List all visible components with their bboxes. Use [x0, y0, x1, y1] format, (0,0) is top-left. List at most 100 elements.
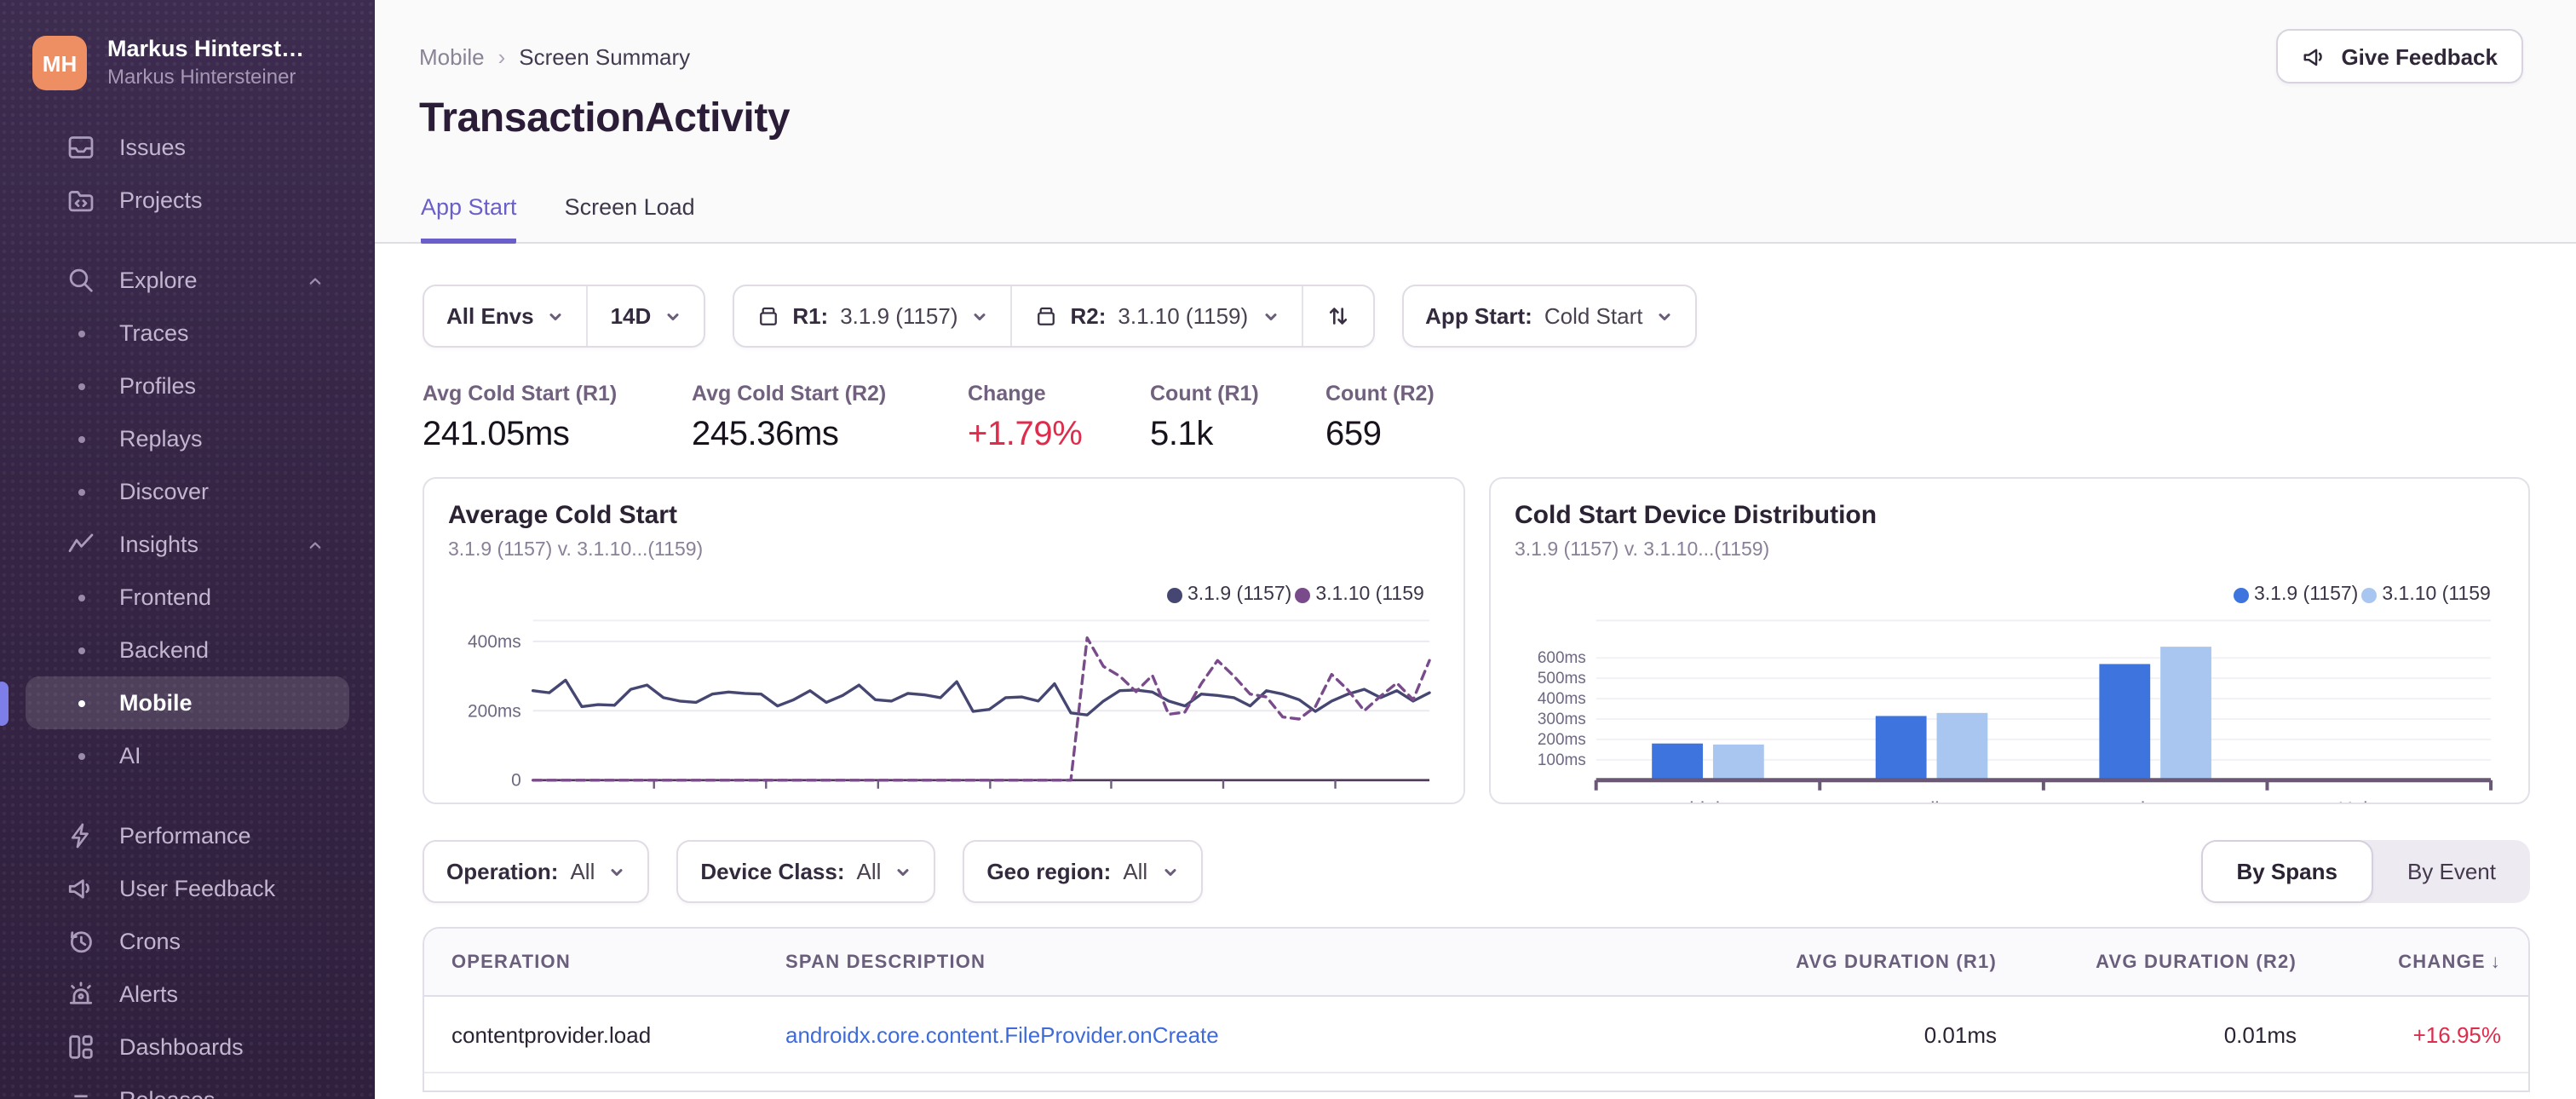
legend-dot-icon [2234, 587, 2249, 602]
filter-bar: All Envs 14D R1: 3.1.9 (1157) R2: 3.1.10… [423, 285, 2530, 348]
sidebar-item-dashboards[interactable]: Dashboards [26, 1021, 349, 1073]
chevron-down-icon [1656, 308, 1673, 325]
stat-value: 245.36ms [692, 416, 839, 453]
sidebar-item-user-feedback[interactable]: User Feedback [26, 862, 349, 915]
sidebar-item-explore[interactable]: Explore [26, 254, 349, 307]
swap-releases-button[interactable] [1302, 286, 1372, 346]
sidebar-item-crons[interactable]: Crons [26, 915, 349, 968]
sort-desc-icon: ↓ [2490, 952, 2501, 972]
release1-label: R1: [792, 303, 829, 329]
filter-dropdown[interactable]: Device Class: All [678, 842, 934, 901]
release1-filter[interactable]: R1: 3.1.9 (1157) [734, 286, 1010, 346]
sidebar-item-issues[interactable]: Issues [26, 121, 349, 174]
page-title: TransactionActivity [419, 95, 791, 141]
sidebar-item-insights[interactable]: Insights [26, 518, 349, 571]
tab-app-start[interactable]: App Start [421, 194, 517, 244]
sidebar-item-replays[interactable]: Replays [26, 412, 349, 465]
stats-row: Avg Cold Start (R1) 241.05ms Avg Cold Star… [423, 382, 2530, 455]
alerts-icon [66, 980, 95, 1009]
megaphone-icon [66, 874, 95, 903]
sidebar-item-label: Replays [119, 426, 203, 452]
sidebar-item-label: Dashboards [119, 1034, 244, 1060]
svg-text:400ms: 400ms [468, 632, 521, 652]
release2-filter[interactable]: R2: 3.1.10 (1159) [1013, 286, 1302, 346]
sidebar-item-projects[interactable]: Projects [26, 174, 349, 227]
bullet-icon [66, 699, 95, 706]
svg-text:200ms: 200ms [1538, 731, 1586, 749]
filter-dropdown[interactable]: Geo region: All [964, 842, 1200, 901]
sidebar-item-releases[interactable]: Releases [26, 1073, 349, 1099]
legend-label: 3.1.10 (1159 [2382, 584, 2491, 605]
column-label: SPAN DESCRIPTION [785, 952, 986, 972]
spans-table: OPERATION SPAN DESCRIPTION AVG DURATION (R… [423, 927, 2530, 1092]
tab-screen-load[interactable]: Screen Load [565, 194, 695, 244]
stat-count-r2-: Count (R2) 659 [1325, 382, 1479, 455]
user-display-name: Markus Hinterst… [107, 36, 305, 61]
column-header-operation[interactable]: OPERATION [451, 952, 785, 972]
appstart-type-filter[interactable]: App Start: Cold Start [1403, 286, 1695, 346]
page-content: All Envs 14D R1: 3.1.9 (1157) R2: 3.1.10… [375, 244, 2576, 1099]
span-description-link[interactable]: androidx.core.content.FileProvider.onCre… [785, 1021, 1219, 1047]
sidebar-item-label: Explore [119, 268, 198, 293]
sidebar-item-ai[interactable]: AI [26, 729, 349, 782]
releases-icon [66, 1085, 95, 1099]
issues-icon [66, 133, 95, 162]
svg-text:high: high [1689, 798, 1726, 804]
give-feedback-button[interactable]: Give Feedback [2276, 29, 2523, 83]
stat-label: Avg Cold Start (R2) [692, 382, 887, 406]
stat-value: 5.1k [1150, 416, 1214, 453]
legend-item[interactable]: 3.1.10 (1159 [1295, 584, 1424, 605]
column-header-avg-duration-r1-[interactable]: AVG DURATION (R1) [1656, 952, 1997, 972]
column-label: AVG DURATION (R1) [1796, 952, 1997, 972]
sidebar-item-label: Traces [119, 320, 189, 346]
sidebar-item-alerts[interactable]: Alerts [26, 968, 349, 1021]
column-header-avg-duration-r2-[interactable]: AVG DURATION (R2) [1997, 952, 2297, 972]
legend-item[interactable]: 3.1.10 (1159 [2361, 584, 2491, 605]
legend-item[interactable]: 3.1.9 (1157) [2234, 584, 2358, 605]
filter-dropdown[interactable]: Operation: All [424, 842, 647, 901]
user-org-name: Markus Hintersteiner [107, 65, 296, 89]
legend-label: 3.1.10 (1159 [1315, 584, 1424, 605]
sidebar-item-label: Projects [119, 187, 203, 213]
sidebar-item-performance[interactable]: Performance [26, 809, 349, 862]
active-nav-indicator [0, 682, 9, 726]
svg-text:medium: medium [1897, 798, 1966, 804]
avatar: MH [32, 36, 87, 90]
legend-label: 3.1.9 (1157) [2254, 584, 2359, 605]
breadcrumb-mobile[interactable]: Mobile [419, 44, 485, 70]
appstart-type-value: Cold Start [1544, 303, 1643, 329]
legend-dot-icon [2361, 587, 2378, 602]
sidebar-item-label: Performance [119, 823, 251, 849]
svg-text:400ms: 400ms [1538, 690, 1586, 708]
sidebar-item-label: Alerts [119, 981, 179, 1007]
svg-text:Jan 14 11:00 PM: Jan 14 11:00 PM [1267, 803, 1412, 804]
filter-value: All [570, 859, 595, 884]
bullet-icon [66, 752, 95, 759]
span-filters: Operation: All Device Class: All Geo region:… [423, 840, 1203, 903]
chevron-down-icon [664, 308, 681, 325]
sidebar-item-mobile[interactable]: Mobile [26, 676, 349, 729]
line-chart: 0 200ms 400ms Jan 2 11:00 PM Jan 6 11:00 PM J… [448, 610, 1440, 804]
sidebar-item-label: Profiles [119, 373, 197, 399]
stat-avg-cold-start-r1-: Avg Cold Start (R1) 241.05ms [423, 382, 692, 455]
column-header-change[interactable]: CHANGE ↓ [2297, 952, 2501, 972]
device-distribution-panel: Cold Start Device Distribution 3.1.9 (11… [1489, 477, 2530, 804]
org-user-switcher[interactable]: MH Markus Hinterst… Markus Hintersteiner [0, 0, 375, 90]
sidebar-item-frontend[interactable]: Frontend [26, 571, 349, 624]
chevron-down-icon [894, 863, 911, 880]
bullet-icon [66, 488, 95, 495]
release-compare-filter: R1: 3.1.9 (1157) R2: 3.1.10 (1159) [733, 285, 1375, 348]
toggle-by-event[interactable]: By Event [2373, 840, 2530, 903]
sidebar-section: Issues Projects [0, 121, 375, 227]
sidebar-item-backend[interactable]: Backend [26, 624, 349, 676]
tab-bar: App Start Screen Load [421, 194, 695, 244]
date-range-filter[interactable]: 14D [589, 286, 704, 346]
environment-filter[interactable]: All Envs [424, 286, 587, 346]
sidebar-item-traces[interactable]: Traces [26, 307, 349, 360]
sidebar-item-discover[interactable]: Discover [26, 465, 349, 518]
column-label: CHANGE [2398, 952, 2486, 972]
legend-item[interactable]: 3.1.9 (1157) [1167, 584, 1291, 605]
column-header-span-description[interactable]: SPAN DESCRIPTION [785, 952, 1656, 972]
sidebar-item-profiles[interactable]: Profiles [26, 360, 349, 412]
toggle-by-spans[interactable]: By Spans [2200, 840, 2373, 903]
